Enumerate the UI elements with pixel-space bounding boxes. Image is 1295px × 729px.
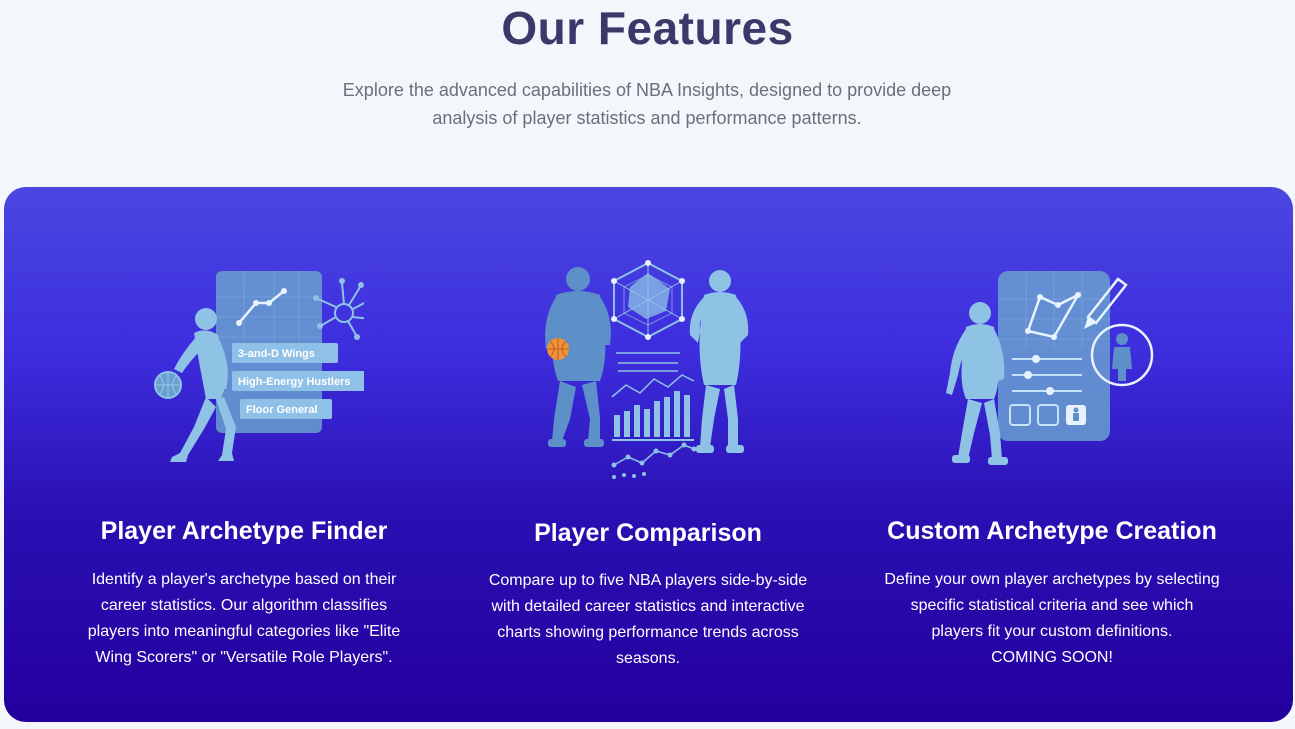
feature-card-player-comparison: Player Comparison Compare up to five NBA… (448, 187, 848, 722)
trend-line-icon (611, 374, 695, 398)
feature-title: Player Comparison (534, 519, 762, 547)
description-line: Define your own player archetypes by sel… (884, 571, 1220, 588)
feature-title: Player Archetype Finder (100, 517, 388, 545)
archetype-tag-label: Floor General (246, 404, 318, 416)
description-line: Wing Scorers" or "Versatile Role Players… (95, 649, 393, 666)
coming-soon-label: COMING SOON! (991, 649, 1113, 666)
archetype-tag-label: 3-and-D Wings (238, 348, 315, 360)
description-line: seasons. (615, 650, 681, 667)
feature-title: Custom Archetype Creation (887, 517, 1217, 545)
feature-card-archetype-finder: 3-and-D Wings High-Energy Hustlers Floor… (44, 187, 444, 722)
description-line: Compare up to five NBA players side-by-s… (488, 572, 808, 589)
description-line: players into meaningful categories like … (87, 623, 401, 640)
subtitle-line: Explore the advanced capabilities of NBA… (342, 80, 952, 100)
player-archetype-illustration: 3-and-D Wings High-Energy Hustlers Floor… (154, 271, 364, 462)
features-panel: 3-and-D Wings High-Energy Hustlers Floor… (4, 187, 1293, 722)
archetype-tag-label: High-Energy Hustlers (238, 376, 350, 388)
subtitle-line: analysis of player statistics and perfor… (432, 108, 862, 128)
description-line: with detailed career statistics and inte… (491, 598, 805, 615)
radar-chart-icon (611, 260, 685, 340)
features-page: Our Features Explore the advanced capabi… (0, 0, 1295, 729)
feature-description: Compare up to five NBA players side-by-s… (448, 568, 848, 672)
custom-archetype-illustration (946, 271, 1154, 465)
feature-description: Define your own player archetypes by sel… (852, 567, 1252, 671)
feature-description: Identify a player's archetype based on t… (44, 567, 444, 671)
description-line: players fit your custom definitions. (931, 623, 1173, 640)
section-subtitle: Explore the advanced capabilities of NBA… (297, 76, 997, 132)
trend-line-icon (613, 444, 695, 466)
description-line: career statistics. Our algorithm classif… (100, 597, 388, 614)
bar-chart-icon (612, 391, 694, 441)
player-right-icon (689, 270, 749, 453)
feature-card-custom-archetype: Custom Archetype Creation Define your ow… (852, 187, 1252, 722)
description-line: Identify a player's archetype based on t… (91, 571, 397, 588)
description-line: charts showing performance trends across (497, 624, 799, 641)
player-comparison-illustration (545, 260, 749, 479)
network-icon (317, 282, 364, 336)
description-line: specific statistical criteria and see wh… (910, 597, 1194, 614)
section-title: Our Features (501, 2, 794, 54)
